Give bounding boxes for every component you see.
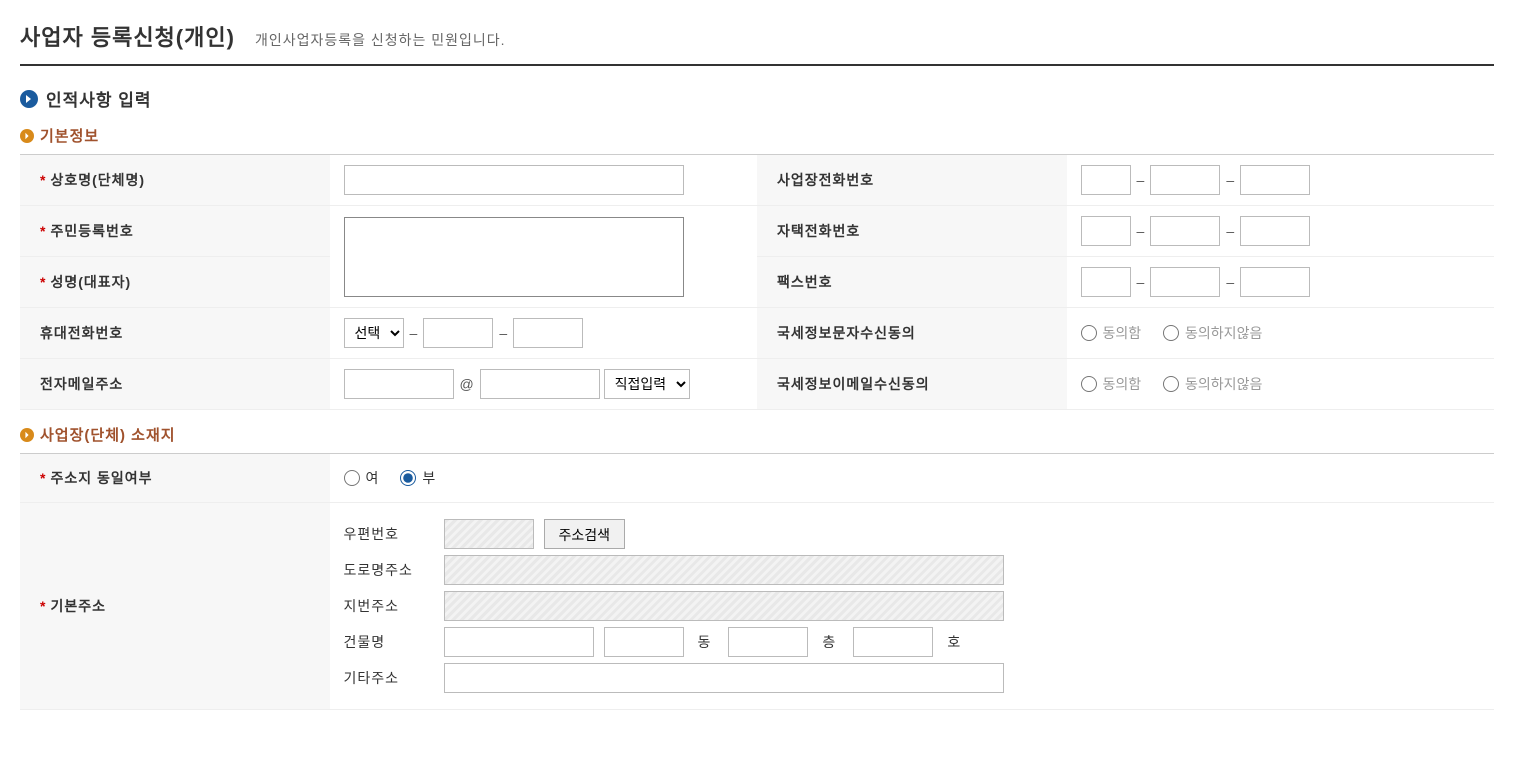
- section-title-personal: 인적사항 입력: [46, 86, 152, 111]
- page-header: 사업자 등록신청(개인) 개인사업자등록을 신청하는 민원입니다.: [20, 20, 1494, 66]
- required-star-icon: *: [40, 274, 46, 290]
- fax-1-input[interactable]: [1081, 267, 1131, 297]
- mobile-3-input[interactable]: [513, 318, 583, 348]
- sms-consent-yes[interactable]: 동의함: [1081, 323, 1142, 343]
- arrow-right-icon: [20, 90, 38, 108]
- biz-phone-1-input[interactable]: [1081, 165, 1131, 195]
- section-header-personal: 인적사항 입력: [20, 86, 1494, 111]
- home-phone-1-input[interactable]: [1081, 216, 1131, 246]
- email-domain-select[interactable]: 직접입력: [604, 369, 690, 399]
- sub-title-basic: 기본정보: [40, 125, 99, 146]
- same-addr-yes[interactable]: 여: [344, 468, 379, 488]
- at-sign: @: [460, 376, 474, 392]
- sub-title-location: 사업장(단체) 소재지: [40, 424, 176, 445]
- home-phone-2-input[interactable]: [1150, 216, 1220, 246]
- mobile-2-input[interactable]: [423, 318, 493, 348]
- required-star-icon: *: [40, 470, 46, 486]
- label-postal: 우편번호: [344, 524, 434, 544]
- dong-input[interactable]: [604, 627, 684, 657]
- location-table: *주소지 동일여부 여 부 *기본주소 우편번호 주소검색 도로명주소 지번주소…: [20, 453, 1494, 710]
- biz-phone-2-input[interactable]: [1150, 165, 1220, 195]
- label-base-addr: *기본주소: [20, 503, 330, 710]
- label-same-addr: *주소지 동일여부: [20, 454, 330, 503]
- sub-header-location: 사업장(단체) 소재지: [20, 424, 1494, 445]
- sub-header-basic: 기본정보: [20, 125, 1494, 146]
- label-email-consent: 국세정보이메일수신동의: [757, 359, 1067, 410]
- label-building: 건물명: [344, 632, 434, 652]
- required-star-icon: *: [40, 172, 46, 188]
- chevron-right-icon: [20, 129, 34, 143]
- basic-info-table: *상호명(단체명) 사업장전화번호 –– *주민등록번호 자택전화번호 –– *…: [20, 154, 1494, 410]
- label-home-phone: 자택전화번호: [757, 206, 1067, 257]
- floor-input[interactable]: [728, 627, 808, 657]
- jibun-addr-input: [444, 591, 1004, 621]
- postal-input: [444, 519, 534, 549]
- label-sms-consent: 국세정보문자수신동의: [757, 308, 1067, 359]
- page-title: 사업자 등록신청(개인): [20, 20, 235, 52]
- label-biz-phone: 사업장전화번호: [757, 155, 1067, 206]
- fax-3-input[interactable]: [1240, 267, 1310, 297]
- label-other-addr: 기타주소: [344, 668, 434, 688]
- label-email: 전자메일주소: [20, 359, 330, 410]
- company-name-input[interactable]: [344, 165, 684, 195]
- label-resident-no: *주민등록번호: [20, 206, 330, 257]
- road-addr-input: [444, 555, 1004, 585]
- email-consent-yes[interactable]: 동의함: [1081, 374, 1142, 394]
- home-phone-3-input[interactable]: [1240, 216, 1310, 246]
- label-rep-name: *성명(대표자): [20, 257, 330, 308]
- email-domain-input[interactable]: [480, 369, 600, 399]
- label-company-name: *상호명(단체명): [20, 155, 330, 206]
- label-fax: 팩스번호: [757, 257, 1067, 308]
- other-addr-input[interactable]: [444, 663, 1004, 693]
- resident-name-box[interactable]: [344, 217, 684, 297]
- email-local-input[interactable]: [344, 369, 454, 399]
- label-road-addr: 도로명주소: [344, 560, 434, 580]
- sms-consent-no[interactable]: 동의하지않음: [1163, 323, 1262, 343]
- fax-2-input[interactable]: [1150, 267, 1220, 297]
- required-star-icon: *: [40, 223, 46, 239]
- label-mobile: 휴대전화번호: [20, 308, 330, 359]
- address-search-button[interactable]: 주소검색: [544, 519, 626, 549]
- same-addr-no[interactable]: 부: [400, 468, 435, 488]
- page-subtitle: 개인사업자등록을 신청하는 민원입니다.: [255, 30, 506, 50]
- chevron-right-icon: [20, 428, 34, 442]
- mobile-prefix-select[interactable]: 선택: [344, 318, 404, 348]
- required-star-icon: *: [40, 598, 46, 614]
- biz-phone-3-input[interactable]: [1240, 165, 1310, 195]
- building-input[interactable]: [444, 627, 594, 657]
- email-consent-no[interactable]: 동의하지않음: [1163, 374, 1262, 394]
- ho-input[interactable]: [853, 627, 933, 657]
- label-jibun-addr: 지번주소: [344, 596, 434, 616]
